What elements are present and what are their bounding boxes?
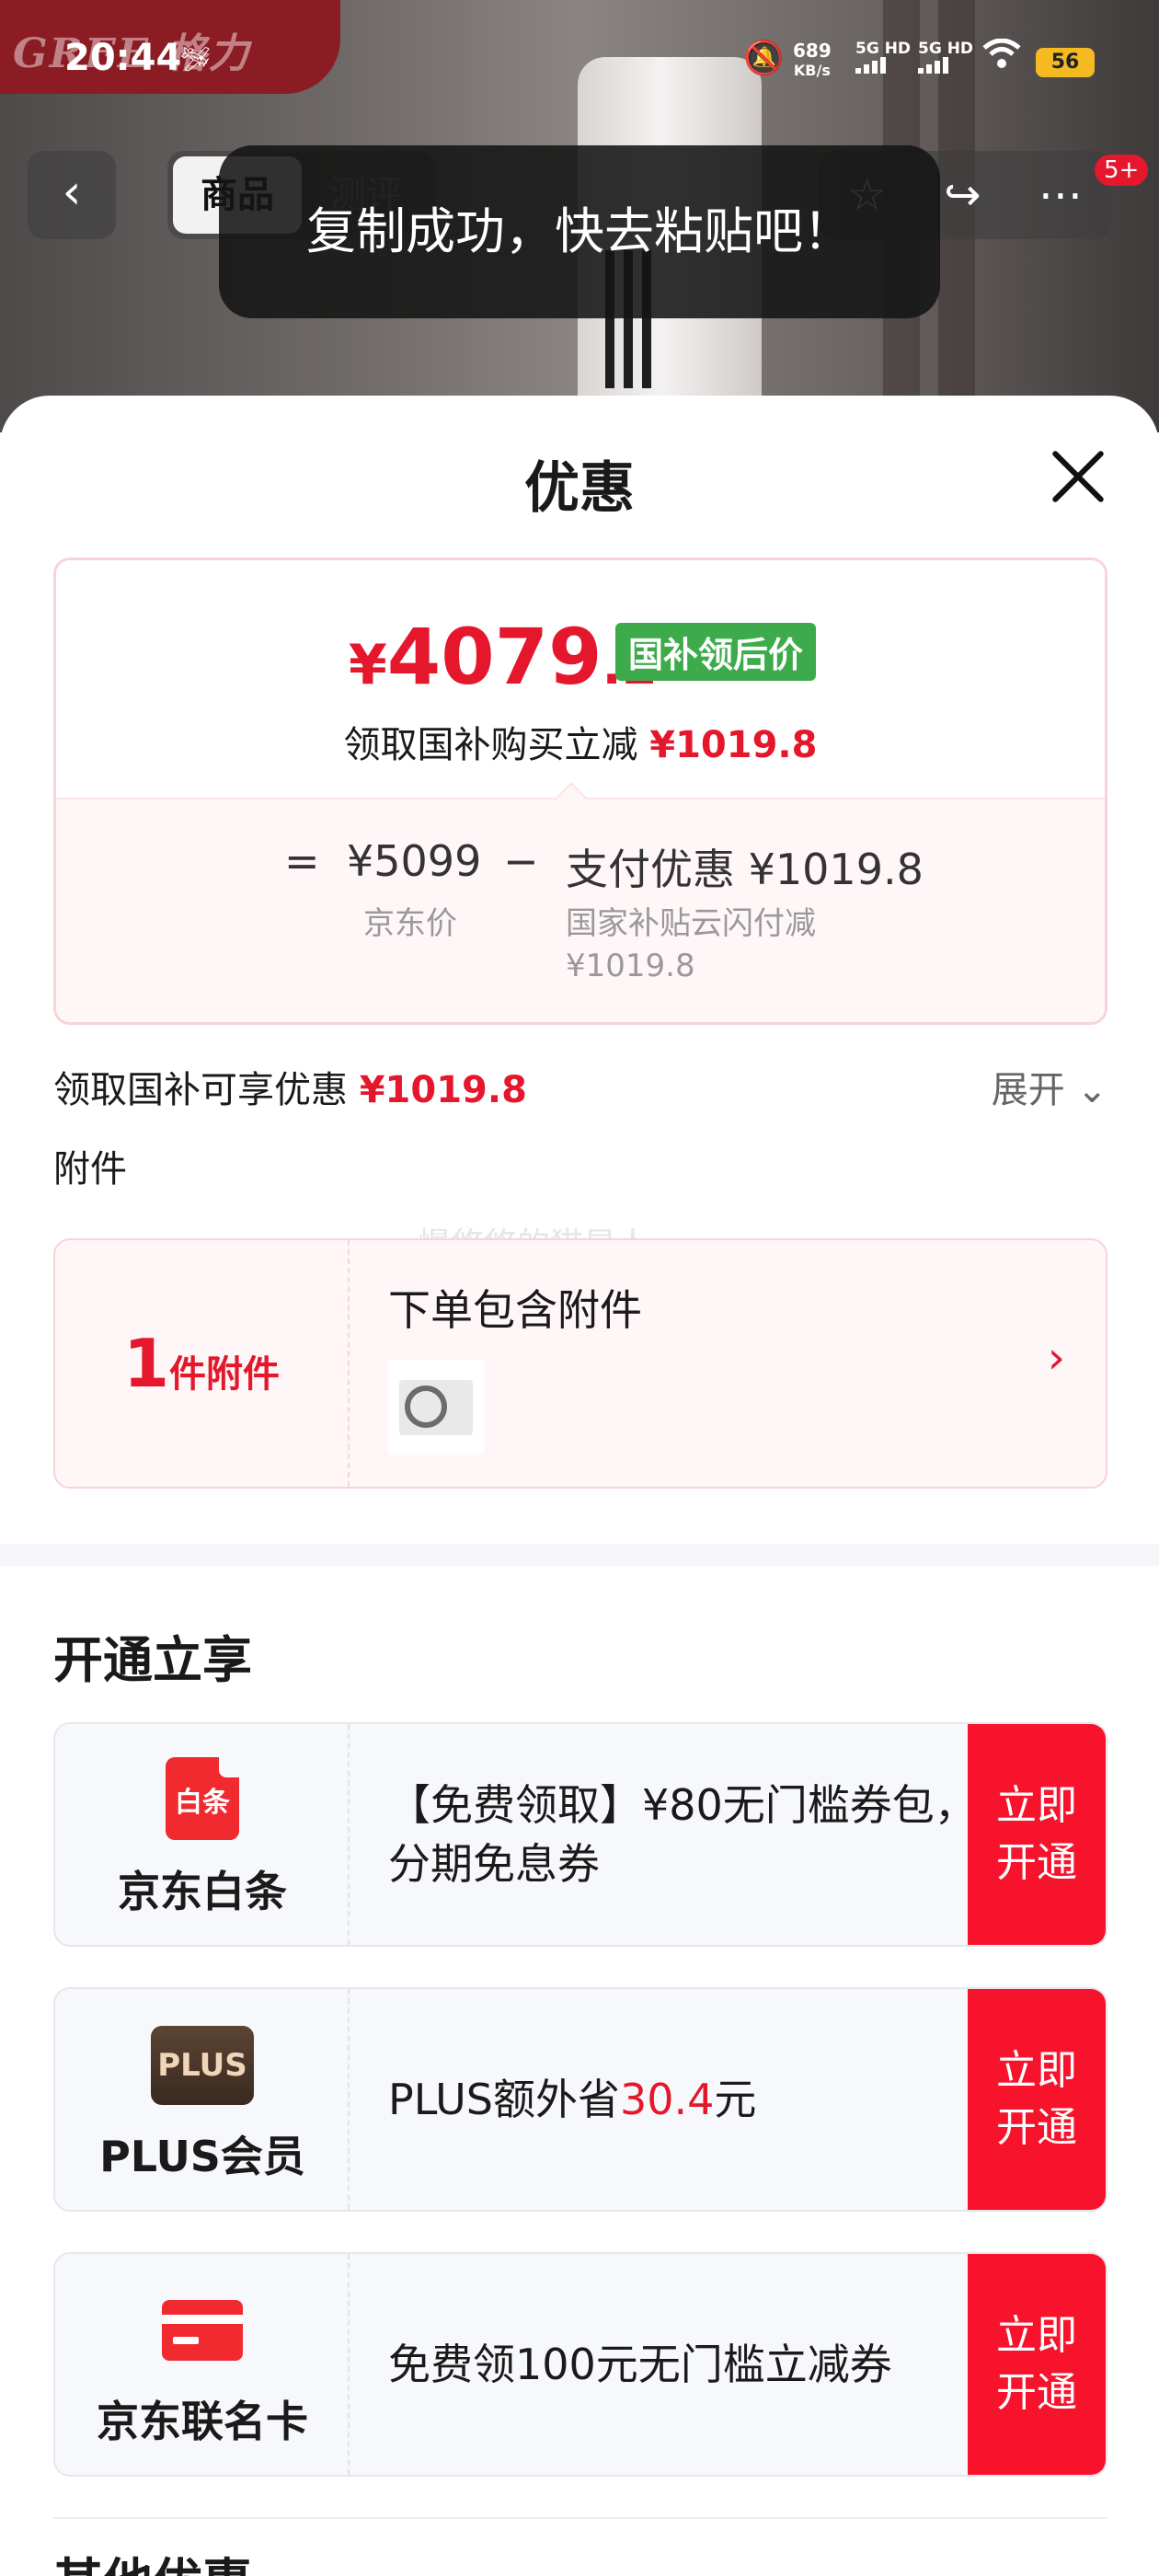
expand-label: 展开 — [991, 1069, 1065, 1111]
offer-description: PLUS额外省 30.4 元 — [388, 1989, 995, 2210]
back-arrow-icon: ‹ — [62, 165, 82, 220]
copy-success-toast: 复制成功，快去粘贴吧！ — [219, 145, 940, 318]
minus-sign: − — [503, 836, 539, 886]
back-button[interactable]: ‹ — [28, 151, 116, 239]
sim1-signal: 5G HD — [855, 40, 911, 74]
offer-brand: 京东联名卡 — [55, 2254, 350, 2475]
subsidy-price-tag: 国补领后价 — [615, 623, 817, 681]
offer-baitiao[interactable]: 白条 京东白条 【免费领取】¥80无门槛券包，分期免息券 立即开通 — [53, 1722, 1107, 1947]
plus-icon: PLUS — [151, 2026, 254, 2105]
jd-price: ¥5099 — [347, 836, 482, 886]
offer-plus[interactable]: PLUS PLUS会员 PLUS额外省 30.4 元 立即开通 — [53, 1987, 1107, 2212]
outdoor-unit-thumbnail — [388, 1360, 484, 1455]
offer-brand: 白条 京东白条 — [55, 1724, 350, 1945]
attachment-count-unit: 件附件 — [169, 1353, 281, 1396]
status-time: 20:44 — [64, 37, 182, 79]
signal-bars-icon — [918, 57, 973, 74]
activate-button[interactable]: 立即开通 — [968, 1989, 1106, 2210]
reduce-text: 领取国补购买立减 — [343, 724, 638, 766]
offer-brand-name: 京东联名卡 — [97, 2397, 308, 2446]
offer-description-text: 免费领100元无门槛立减券 — [388, 2340, 892, 2389]
payment-discount: 支付优惠 ¥1019.8 — [566, 845, 924, 894]
offer-description-suffix: 元 — [714, 2075, 757, 2124]
offer-brand-name: PLUS会员 — [99, 2132, 305, 2181]
offer-description: 【免费领取】¥80无门槛券包，分期免息券 — [388, 1724, 995, 1945]
sim2-signal: 5G HD — [918, 40, 973, 74]
offer-description: 免费领100元无门槛立减券 — [388, 2254, 995, 2475]
close-icon[interactable] — [1049, 447, 1107, 506]
offer-highlight-amount: 30.4 — [619, 2075, 715, 2124]
activate-button-label: 立即开通 — [996, 2047, 1077, 2151]
subsidy-row-amount: ¥1019.8 — [359, 1069, 527, 1111]
activate-button[interactable]: 立即开通 — [968, 2254, 1106, 2475]
price-integer: 4079 — [386, 612, 602, 702]
net-speed-unit: KB/s — [793, 62, 831, 79]
more-dots-icon[interactable]: ⋯ — [1039, 169, 1083, 221]
attachment-count-number: 1 — [122, 1325, 170, 1402]
subsidy-detail-line1: 国家补贴云闪付减 — [566, 905, 816, 942]
offer-brand-name: 京东白条 — [118, 1867, 287, 1916]
chevron-down-icon: ⌄ — [1076, 1069, 1107, 1111]
status-bar: 20:44 🛩 🔕 689 KB/s 5G HD 5G HD 56 — [0, 0, 1159, 110]
signal-bars-icon — [855, 57, 911, 74]
offer-brand: PLUS PLUS会员 — [55, 1989, 350, 2210]
attachments-heading: 附件 — [53, 1148, 127, 1190]
battery-indicator: 56 — [1036, 48, 1095, 77]
activate-button[interactable]: 立即开通 — [968, 1724, 1106, 1945]
attachment-title: 下单包含附件 — [388, 1285, 642, 1335]
offer-description-text: 【免费领取】¥80无门槛券包，分期免息券 — [388, 1780, 977, 1889]
subsidy-detail-line2: ¥1019.8 — [566, 948, 695, 984]
reduce-amount: ¥1019.8 — [649, 724, 818, 766]
offer-description-text: PLUS额外省 — [388, 2075, 620, 2124]
share-icon[interactable]: ↪ — [944, 169, 981, 221]
notification-app-icon: 🛩 — [180, 46, 212, 74]
subsidy-row-label: 领取国补可享优惠 — [53, 1069, 348, 1111]
attachment-card[interactable]: 1件附件 下单包含附件 › — [53, 1238, 1107, 1489]
price-currency: ¥ — [349, 633, 387, 697]
fan-icon — [405, 1386, 447, 1428]
activate-button-label: 立即开通 — [996, 2312, 1077, 2416]
chevron-right-icon: › — [1047, 1332, 1065, 1384]
expand-toggle[interactable]: 展开 ⌄ — [992, 1060, 1107, 1113]
sheet-title: 优惠 — [524, 456, 635, 521]
sim1-label: 5G HD — [855, 40, 912, 58]
mute-bell-icon: 🔕 — [743, 40, 785, 77]
equals-sign: = — [284, 836, 320, 886]
reduce-line: 领取国补购买立减 ¥1019.8 — [56, 715, 1105, 768]
offer-cobrand-card[interactable]: 京东联名卡 免费领100元无门槛立减券 立即开通 — [53, 2252, 1107, 2477]
sim2-label: 5G HD — [918, 40, 974, 58]
more-badge: 5+ — [1095, 155, 1149, 186]
baitiao-icon: 白条 — [166, 1757, 239, 1840]
jd-price-label: 京东价 — [363, 905, 457, 942]
price-card-upper: ¥4079.2 国补领后价 领取国补购买立减 ¥1019.8 — [56, 560, 1105, 798]
credit-card-icon — [162, 2300, 243, 2361]
section-divider — [0, 1544, 1159, 1566]
net-speed-value: 689 — [793, 40, 832, 62]
open-section-title: 开通立享 — [53, 1631, 252, 1689]
next-section-title: 其他优惠 — [53, 2541, 252, 2576]
activate-button-label: 立即开通 — [996, 1782, 1077, 1886]
subsidy-detail: 国家补贴云闪付减 ¥1019.8 — [566, 903, 816, 987]
attachment-count: 1件附件 — [55, 1240, 350, 1487]
section-divider — [53, 2517, 1107, 2519]
net-speed: 689 KB/s — [793, 40, 832, 81]
subsidy-row[interactable]: 领取国补可享优惠 ¥1019.8 展开 ⌄ — [53, 1060, 1107, 1113]
price-card: ¥4079.2 国补领后价 领取国补购买立减 ¥1019.8 = ¥5099 −… — [53, 558, 1107, 1025]
discount-sheet: 优惠 ¥4079.2 国补领后价 领取国补购买立减 ¥1019.8 = ¥509… — [0, 396, 1159, 2576]
final-price: ¥4079.2 — [349, 612, 658, 702]
wifi-icon — [982, 37, 1021, 79]
